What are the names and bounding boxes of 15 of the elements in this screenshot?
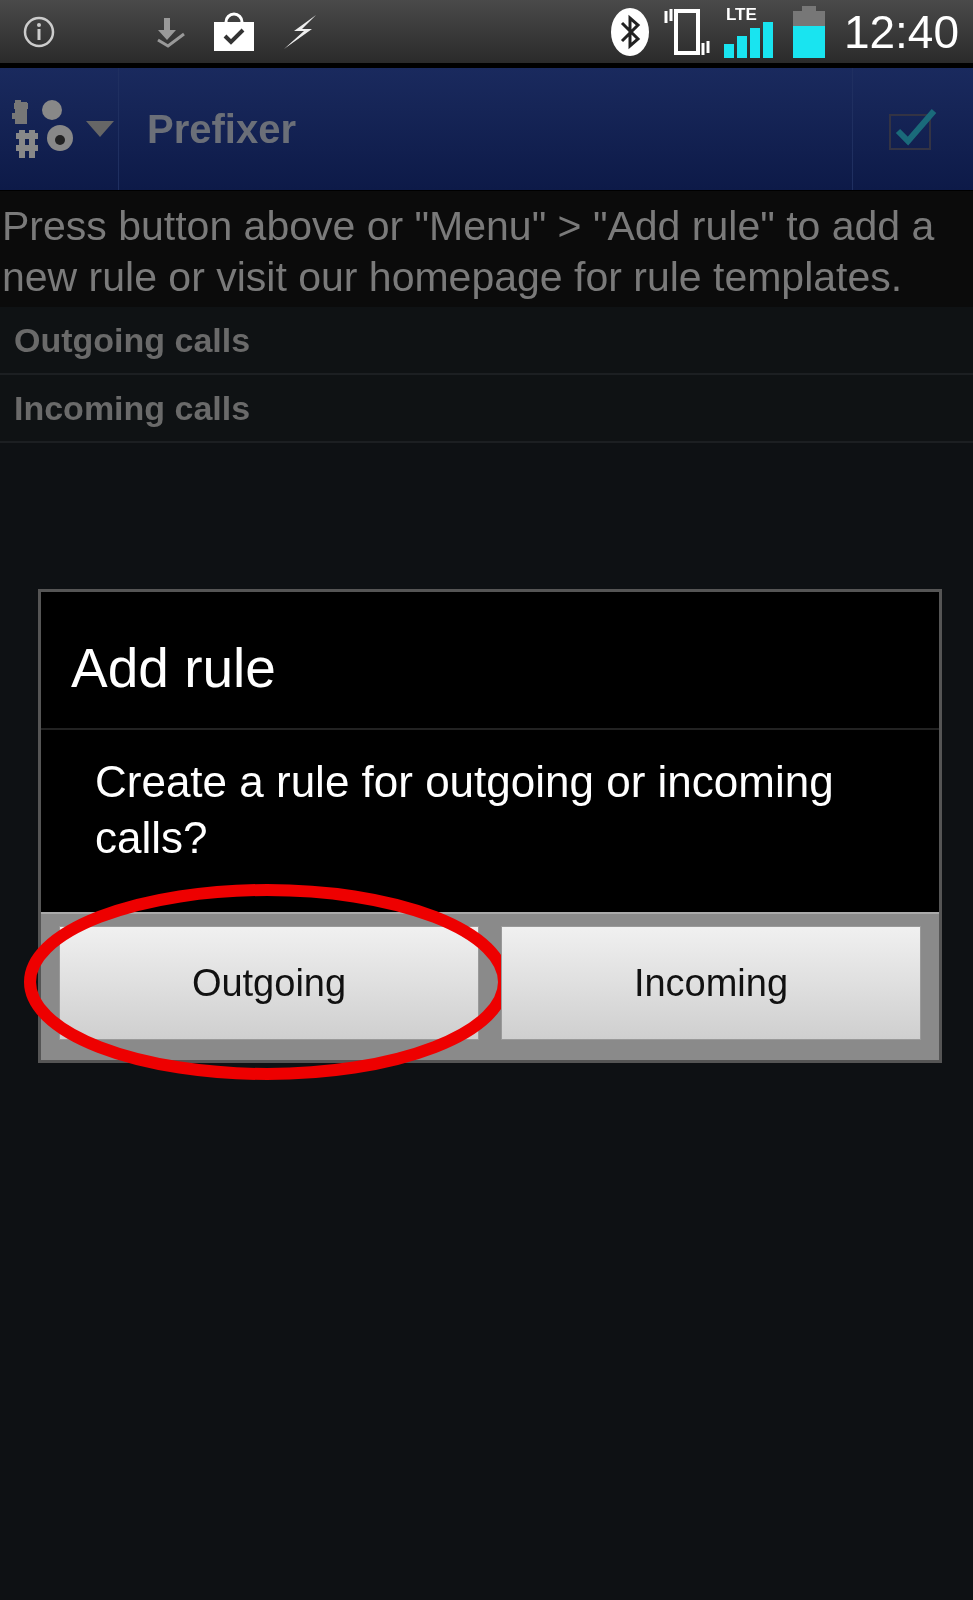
hint-text: Press button above or "Menu" > "Add rule" to add a new rule or visit our homepage for rule templates. (0, 191, 973, 307)
battery-icon (791, 5, 826, 58)
dialog-title: Add rule (41, 592, 939, 730)
shopping-bag-icon (212, 11, 256, 52)
info-icon (22, 14, 56, 49)
dialog-button[interactable]: Incoming (501, 926, 921, 1040)
checkbox-icon (888, 107, 938, 151)
dialog-message: Create a rule for outgoing or incoming calls? (94, 756, 835, 864)
bluetooth-icon (609, 6, 650, 57)
signal-icon (723, 21, 776, 58)
dropdown-arrow-icon (86, 121, 114, 137)
network-type-label: LTE (725, 5, 757, 23)
clock: 12:40 (843, 4, 959, 59)
app-title: Prefixer (147, 106, 297, 152)
dialog-button[interactable]: Outgoing (59, 926, 479, 1040)
